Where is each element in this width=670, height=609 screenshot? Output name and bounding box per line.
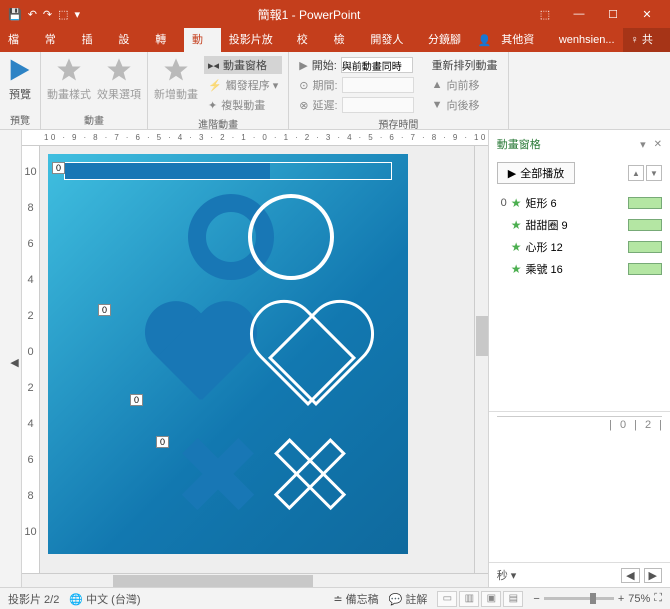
tab-分鏡腳本[interactable]: 分鏡腳本 (420, 28, 478, 52)
play-all-button[interactable]: ▶全部播放 (497, 162, 575, 184)
tab-檔案[interactable]: 檔案 (0, 28, 37, 52)
user-name[interactable]: wenhsien... (551, 28, 623, 52)
tab-常用[interactable]: 常用 (37, 28, 74, 52)
delay-label: 延遲: (313, 97, 338, 113)
anim-item-0[interactable]: 0★矩形 6 (495, 192, 664, 214)
lang-indicator[interactable]: 🌐 中文 (台灣) (69, 591, 140, 607)
qat-undo[interactable]: ↶ (28, 8, 37, 21)
window-title: 簡報1 - PowerPoint (88, 6, 530, 23)
anim-pane-close[interactable]: ✕ (654, 139, 662, 150)
heart-solid[interactable] (140, 304, 260, 412)
maximize-button[interactable]: ☐ (598, 8, 628, 21)
share-button[interactable]: ♀ 共用 (623, 28, 670, 52)
move-up-button[interactable]: ▲ (628, 165, 644, 181)
anim-tag-3[interactable]: 0 (156, 436, 169, 448)
start-input[interactable] (341, 57, 413, 73)
fit-window[interactable]: ⛶ (654, 592, 662, 605)
zoom-level[interactable]: 75% (628, 593, 650, 605)
tab-投影片放映[interactable]: 投影片放映 (221, 28, 289, 52)
vertical-ruler: 1086420246810 (22, 146, 40, 573)
group-advanced-label: 進階動畫 (198, 116, 238, 131)
add-anim-button[interactable]: 新增動畫 (154, 56, 198, 102)
anim-item-1[interactable]: ★甜甜圈 9 (495, 214, 664, 236)
horizontal-ruler: 10 · 9 · 8 · 7 · 6 · 5 · 4 · 3 · 2 · 1 ·… (22, 130, 488, 146)
timeline-left[interactable]: ◀ (621, 568, 639, 583)
view-reading[interactable]: ▣ (481, 591, 501, 607)
start-label: 開始: (312, 57, 337, 73)
bar-shape[interactable] (64, 162, 392, 180)
reorder-label: 重新排列動畫 (428, 56, 502, 74)
zoom-in[interactable]: + (618, 593, 624, 605)
person-icon: 👤 (478, 34, 494, 47)
comments-button[interactable]: 💬 註解 (389, 591, 428, 607)
timeline-right[interactable]: ▶ (644, 568, 662, 583)
tab-插入[interactable]: 插入 (74, 28, 111, 52)
tab-檢視[interactable]: 檢視 (326, 28, 363, 52)
anim-item-3[interactable]: ★乘號 16 (495, 258, 664, 280)
anim-item-2[interactable]: ★心形 12 (495, 236, 664, 258)
move-down-button[interactable]: ▼ (646, 165, 662, 181)
vertical-scrollbar[interactable] (474, 146, 488, 573)
minimize-button[interactable]: — (564, 8, 594, 21)
group-preview-label: 預覽 (10, 112, 30, 127)
duration-input[interactable] (342, 77, 414, 93)
copy-anim-button[interactable]: ✦複製動畫 (204, 96, 282, 114)
view-sorter[interactable]: ▥ (459, 591, 479, 607)
anim-tag-1[interactable]: 0 (98, 304, 111, 316)
tab-轉場[interactable]: 轉場 (147, 28, 184, 52)
donut-outline[interactable] (248, 194, 334, 280)
tab-開發人員[interactable]: 開發人員 (362, 28, 420, 52)
group-anim-label: 動畫 (84, 112, 104, 127)
anim-tag-0[interactable]: 0 (52, 162, 65, 174)
display-options[interactable]: ⬚ (530, 8, 560, 21)
cross-solid[interactable] (178, 434, 258, 514)
notes-button[interactable]: ≐ 備忘稿 (333, 591, 378, 607)
slide-canvas[interactable]: 0 0 0 0 (48, 154, 408, 554)
anim-tag-2[interactable]: 0 (130, 394, 143, 406)
qat-touch[interactable]: ⬚ (58, 8, 68, 21)
delay-input[interactable] (342, 97, 414, 113)
view-slideshow[interactable]: ▤ (503, 591, 523, 607)
anim-pane-button[interactable]: ▸◂動畫窗格 (204, 56, 282, 74)
zoom-slider[interactable] (544, 597, 614, 600)
cross-outline[interactable] (270, 434, 350, 514)
effect-options-button[interactable]: 效果選項 (97, 56, 141, 102)
tab-動畫[interactable]: 動畫 (184, 28, 221, 52)
qat-save[interactable]: 💾 (8, 8, 22, 21)
anim-pane-title: 動畫窗格 (497, 136, 541, 152)
tab-設計[interactable]: 設計 (110, 28, 147, 52)
zoom-out[interactable]: − (533, 593, 539, 605)
slide-indicator: 投影片 2/2 (8, 591, 59, 607)
move-back-button[interactable]: ▼向後移 (428, 96, 502, 114)
horizontal-scrollbar[interactable] (22, 573, 488, 587)
qat-redo[interactable]: ↷ (43, 8, 52, 21)
anim-style-button[interactable]: 動畫樣式 (47, 56, 91, 102)
seconds-dropdown[interactable]: 秒 ▾ (497, 567, 517, 583)
thumb-collapse[interactable]: ◀ (8, 356, 21, 369)
anim-pane-drop[interactable]: ▾ (640, 138, 646, 151)
heart-outline[interactable] (248, 304, 368, 412)
view-normal[interactable]: ▭ (437, 591, 457, 607)
preview-button[interactable]: 預覽 (6, 56, 34, 102)
duration-label: 期間: (313, 77, 338, 93)
close-button[interactable]: ✕ (632, 8, 662, 21)
other-info[interactable]: 其他資訊 (493, 28, 551, 52)
tab-校閱[interactable]: 校閱 (289, 28, 326, 52)
group-timing-label: 預存時間 (378, 116, 418, 131)
move-forward-button[interactable]: ▲向前移 (428, 76, 502, 94)
qat-more[interactable]: ▾ (75, 8, 81, 21)
trigger-button[interactable]: ⚡觸發程序 ▾ (204, 76, 282, 94)
